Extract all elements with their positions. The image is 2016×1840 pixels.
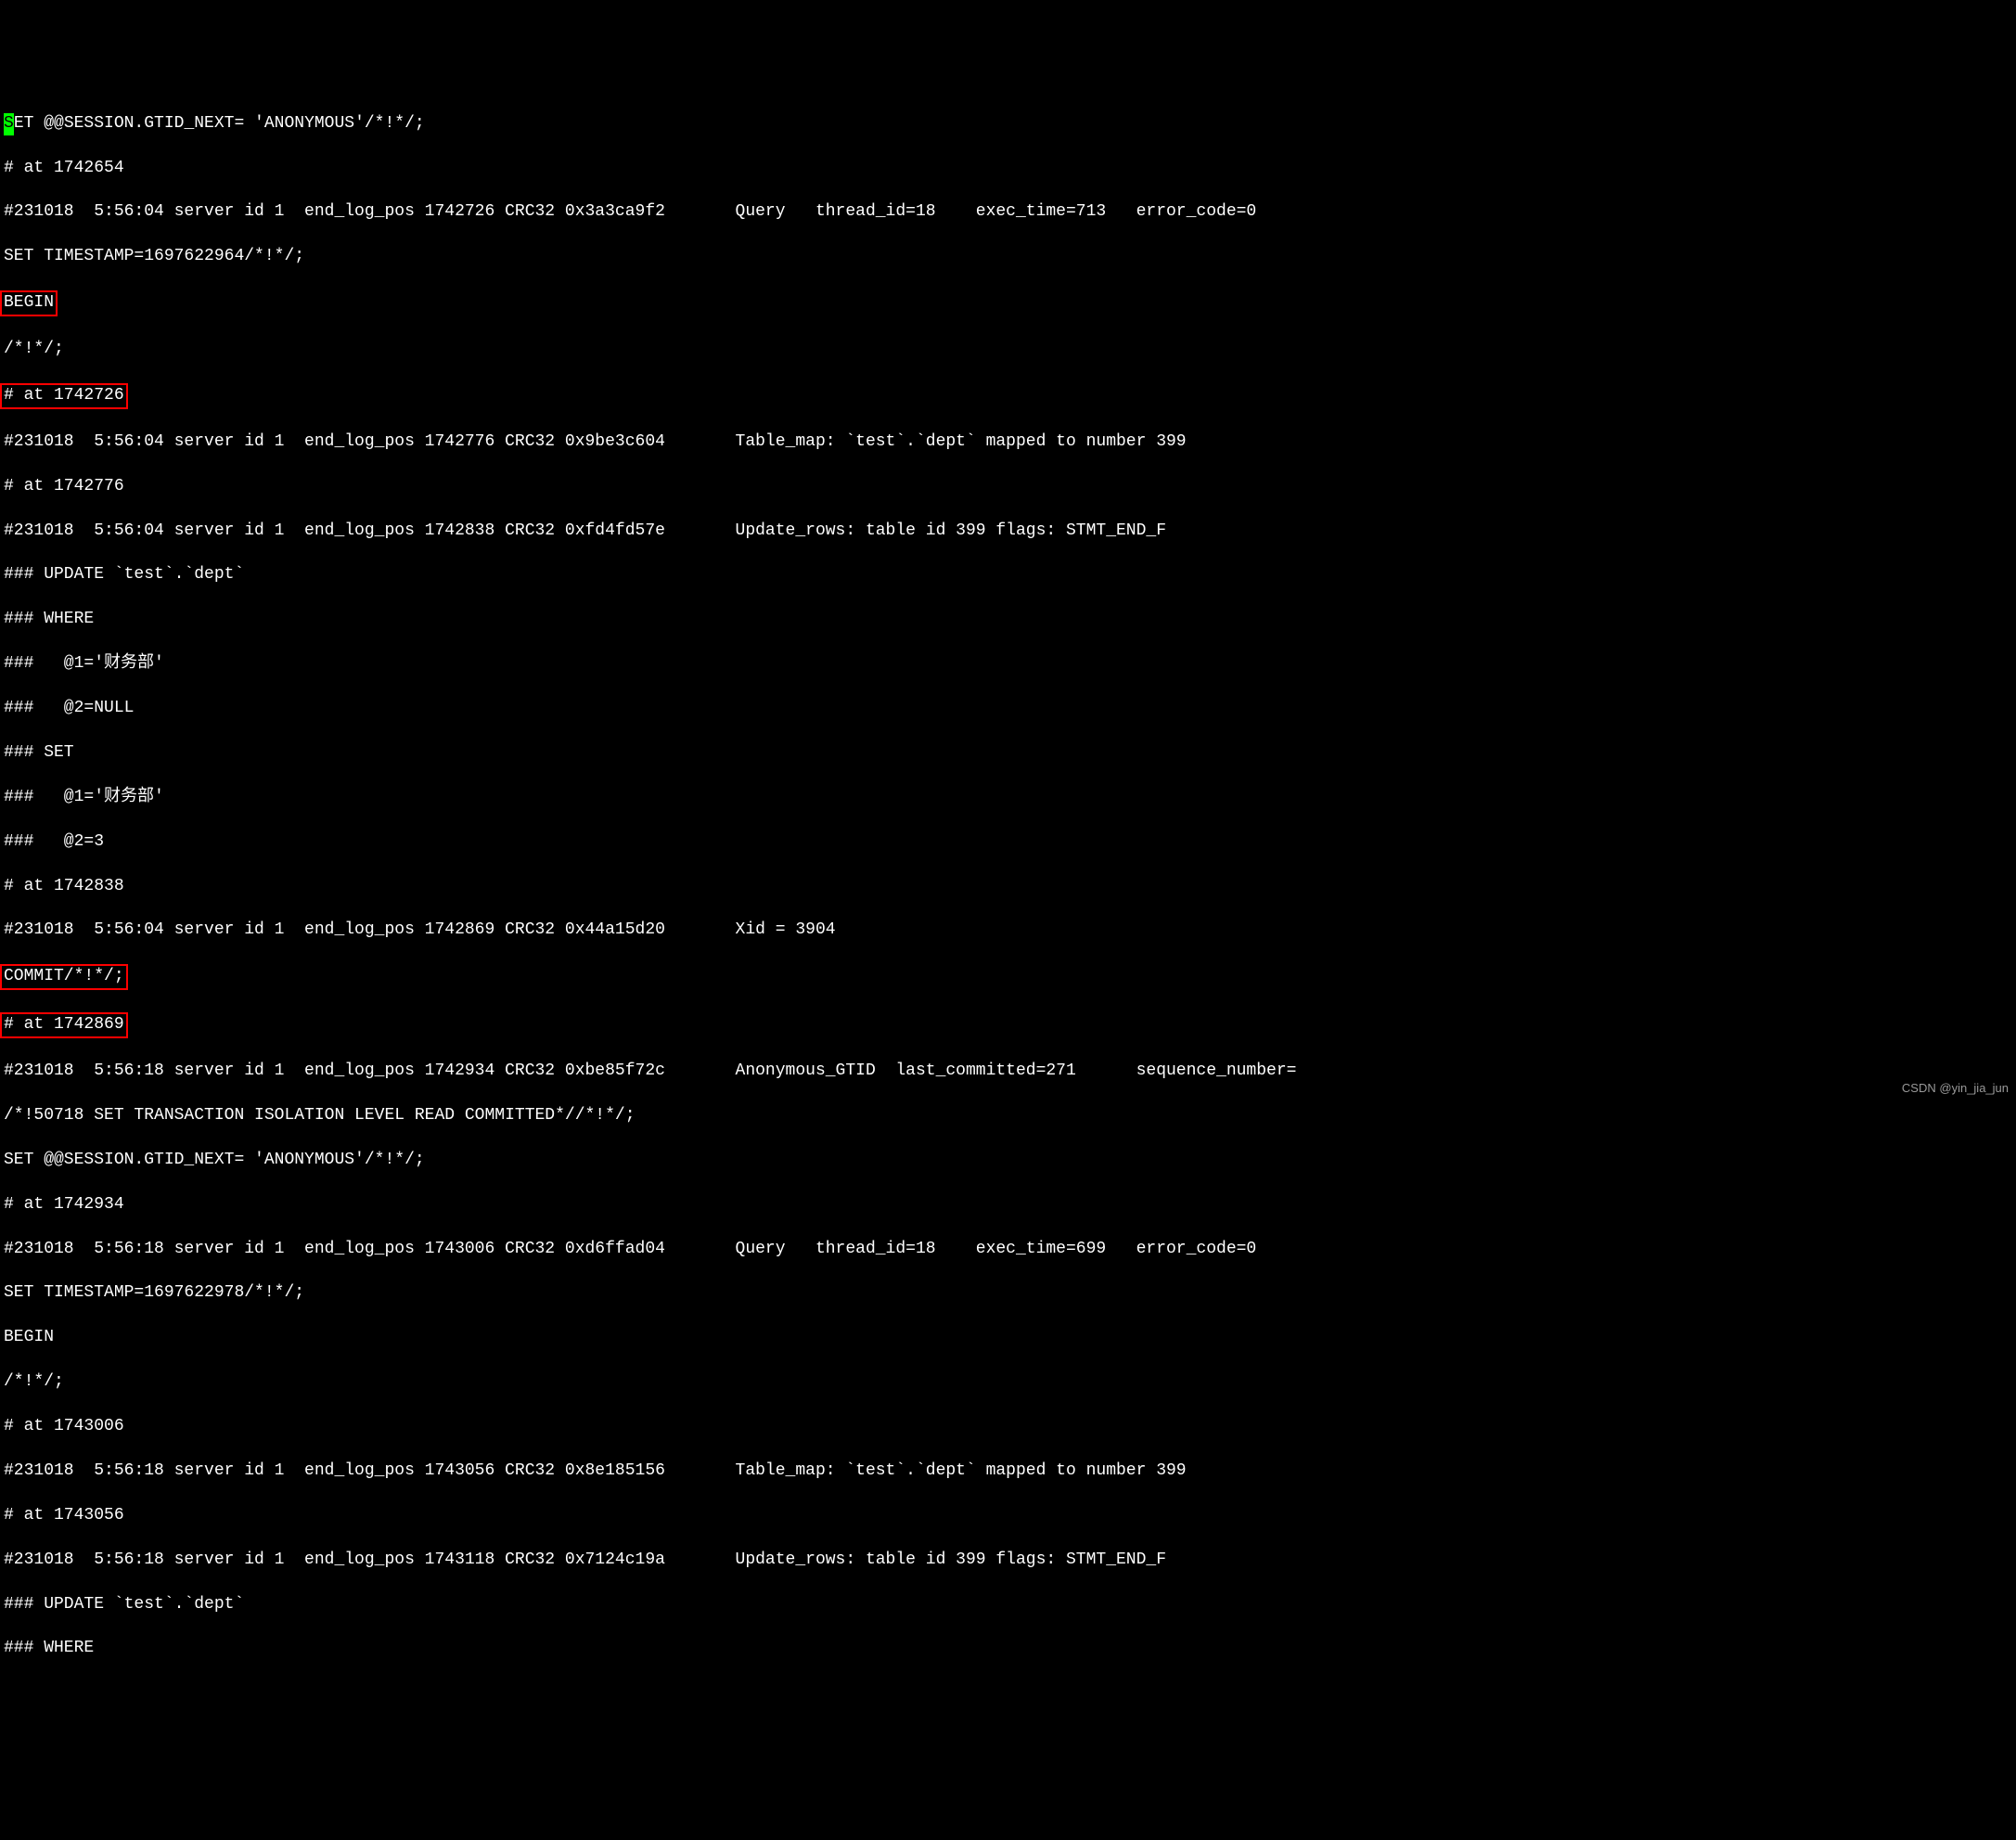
terminal-line: BEGIN (4, 290, 2012, 316)
terminal-line: # at 1743006 (4, 1416, 2012, 1438)
terminal-line: # at 1742726 (4, 383, 2012, 409)
terminal-line: # at 1742776 (4, 476, 2012, 498)
terminal-line: #231018 5:56:04 server id 1 end_log_pos … (4, 201, 2012, 224)
terminal-line: SET @@SESSION.GTID_NEXT= 'ANONYMOUS'/*!*… (4, 113, 2012, 135)
terminal-line: #231018 5:56:18 server id 1 end_log_pos … (4, 1460, 2012, 1483)
terminal-line: ### WHERE (4, 609, 2012, 631)
terminal-line: # at 1742869 (4, 1012, 2012, 1038)
highlight-box: BEGIN (0, 290, 58, 316)
terminal-line: COMMIT/*!*/; (4, 964, 2012, 990)
terminal-line: # at 1742934 (4, 1194, 2012, 1216)
terminal-line: #231018 5:56:18 server id 1 end_log_pos … (4, 1239, 2012, 1261)
terminal-line: ### @2=NULL (4, 698, 2012, 720)
terminal-line: # at 1742654 (4, 158, 2012, 180)
terminal-line: #231018 5:56:04 server id 1 end_log_pos … (4, 521, 2012, 543)
terminal-line: ### WHERE (4, 1638, 2012, 1660)
terminal-line: #231018 5:56:18 server id 1 end_log_pos … (4, 1061, 2012, 1083)
terminal-line: ### @2=3 (4, 831, 2012, 854)
highlight-box: # at 1742726 (0, 383, 128, 409)
terminal-line: # at 1742838 (4, 876, 2012, 898)
terminal-line: ### UPDATE `test`.`dept` (4, 564, 2012, 586)
terminal-line: /*!*/; (4, 1371, 2012, 1394)
terminal-line: ### @1='财务部' (4, 653, 2012, 676)
line-text: ET @@SESSION.GTID_NEXT= 'ANONYMOUS'/*!*/… (14, 114, 425, 133)
terminal-output[interactable]: SET @@SESSION.GTID_NEXT= 'ANONYMOUS'/*!*… (0, 89, 2016, 1685)
terminal-line: #231018 5:56:18 server id 1 end_log_pos … (4, 1550, 2012, 1572)
highlight-box: COMMIT/*!*/; (0, 964, 128, 990)
terminal-line: SET TIMESTAMP=1697622978/*!*/; (4, 1282, 2012, 1305)
terminal-line: # at 1743056 (4, 1505, 2012, 1527)
cursor: S (4, 113, 14, 135)
terminal-line: #231018 5:56:04 server id 1 end_log_pos … (4, 920, 2012, 942)
terminal-line: #231018 5:56:04 server id 1 end_log_pos … (4, 431, 2012, 454)
terminal-line: ### @1='财务部' (4, 787, 2012, 809)
terminal-line: ### SET (4, 742, 2012, 765)
watermark: CSDN @yin_jia_jun (1902, 1080, 2009, 1096)
highlight-box: # at 1742869 (0, 1012, 128, 1038)
terminal-line: ### UPDATE `test`.`dept` (4, 1594, 2012, 1616)
terminal-line: BEGIN (4, 1327, 2012, 1349)
terminal-line: SET @@SESSION.GTID_NEXT= 'ANONYMOUS'/*!*… (4, 1150, 2012, 1172)
terminal-line: SET TIMESTAMP=1697622964/*!*/; (4, 246, 2012, 268)
terminal-line: /*!*/; (4, 339, 2012, 361)
terminal-line: /*!50718 SET TRANSACTION ISOLATION LEVEL… (4, 1105, 2012, 1127)
